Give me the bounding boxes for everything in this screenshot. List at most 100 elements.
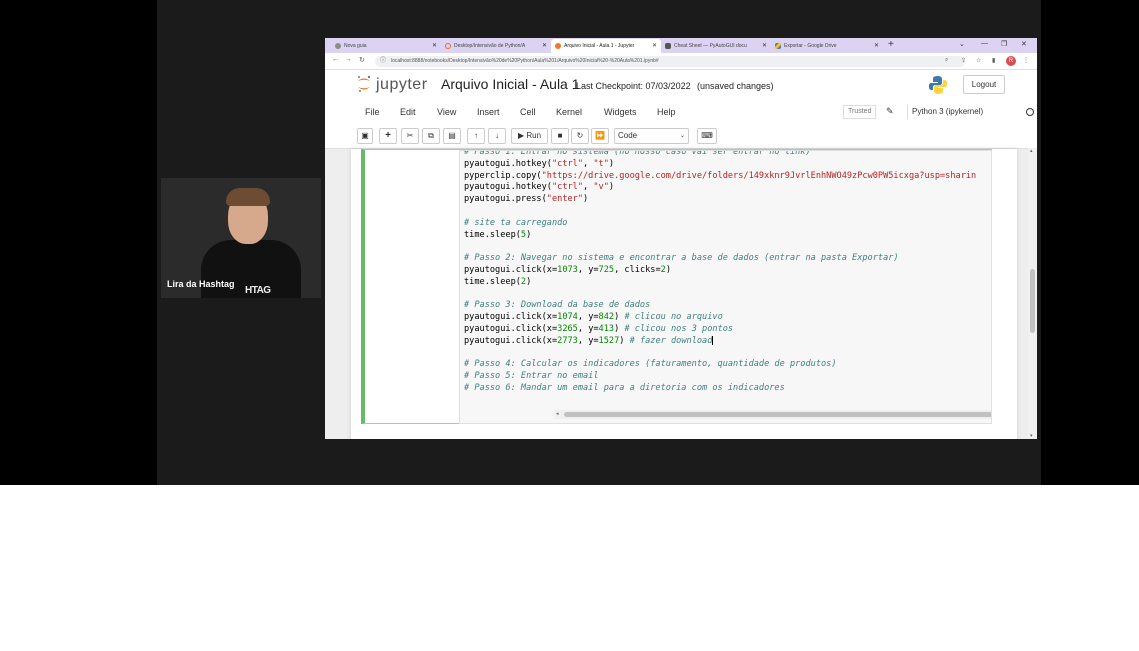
python-logo-icon <box>929 76 947 94</box>
copy-button[interactable]: ⧉ <box>422 128 440 144</box>
close-icon[interactable]: ✕ <box>652 42 657 49</box>
minimize-icon[interactable]: — <box>981 40 988 47</box>
notebook-title[interactable]: Arquivo Inicial - Aula 1 <box>441 76 580 92</box>
fast-forward-icon: ⏩ <box>595 131 605 140</box>
code-line[interactable]: pyautogui.hotkey("ctrl", "v") <box>464 182 976 194</box>
menu-kernel[interactable]: Kernel <box>556 107 582 117</box>
code-line[interactable]: pyautogui.hotkey("ctrl", "t") <box>464 159 976 171</box>
notebook-toolbar: ▣ + ✂ ⧉ ▤ ↑ ↓ ▶ Run ■ ↻ ⏩ Code ⌄ ⌨ <box>355 126 1015 146</box>
menu-help[interactable]: Help <box>657 107 676 117</box>
menu-view[interactable]: View <box>437 107 456 117</box>
share-icon[interactable]: ⇪ <box>961 57 966 64</box>
tab-title: Desktop/Intensivão de Python/A <box>454 43 526 49</box>
code-line[interactable]: # Passo 6: Mandar um email para a direto… <box>464 383 976 395</box>
cut-button[interactable]: ✂ <box>401 128 419 144</box>
scroll-down-icon[interactable]: ▾ <box>1030 433 1033 439</box>
code-line[interactable]: # Passo 4: Calcular os indicadores (fatu… <box>464 359 976 371</box>
code-line[interactable] <box>464 348 976 360</box>
menu-file[interactable]: File <box>365 107 380 117</box>
tab-title: Nova guia <box>344 43 367 49</box>
restart-run-all-button[interactable]: ⏩ <box>591 128 609 144</box>
restart-button[interactable]: ↻ <box>571 128 589 144</box>
paste-button[interactable]: ▤ <box>443 128 461 144</box>
code-line[interactable]: # site ta carregando <box>464 218 976 230</box>
pencil-icon[interactable]: ✎ <box>886 106 894 117</box>
save-button[interactable]: ▣ <box>357 128 373 144</box>
notebook-area: # Passo 1: Entrar no sistema (no nosso c… <box>325 148 1037 439</box>
kernel-name[interactable]: Python 3 (ipykernel) <box>907 105 983 119</box>
code-line[interactable] <box>464 289 976 301</box>
menu-bar: File Edit View Insert Cell Kernel Widget… <box>355 102 1034 122</box>
cell-type-select[interactable]: Code ⌄ <box>614 128 689 144</box>
keyboard-icon: ⌨ <box>701 131 713 140</box>
reload-icon[interactable]: ↻ <box>359 56 365 64</box>
code-line[interactable]: pyautogui.click(x=1073, y=725, clicks=2) <box>464 265 976 277</box>
insert-cell-button[interactable]: + <box>379 128 397 144</box>
webcam-overlay: HTAG Lira da Hashtag <box>161 178 321 298</box>
chevron-down-icon[interactable]: ⌄ <box>959 40 965 48</box>
code-line[interactable]: # Passo 1: Entrar no sistema (no nosso c… <box>464 151 976 159</box>
sidebar-icon[interactable]: ▮ <box>992 57 995 64</box>
browser-tab[interactable]: Exportar - Google Drive ✕ <box>771 39 883 53</box>
search-icon[interactable]: ⌕ <box>945 57 948 64</box>
browser-tab-active[interactable]: Arquivo Inicial - Aula 1 - Jupyter ✕ <box>551 39 661 53</box>
code-line[interactable]: # Passo 2: Navegar no sistema e encontra… <box>464 253 976 265</box>
forward-icon[interactable]: → <box>345 56 352 63</box>
code-editor[interactable]: # Passo 1: Entrar no sistema (no nosso c… <box>459 150 992 424</box>
new-tab-icon[interactable]: + <box>888 39 894 50</box>
code-line[interactable] <box>464 241 976 253</box>
code-line[interactable]: pyperclip.copy("https://drive.google.com… <box>464 171 976 183</box>
restore-icon[interactable]: ❐ <box>1001 40 1007 48</box>
menu-cell[interactable]: Cell <box>520 107 536 117</box>
browser-tab[interactable]: Cheat Sheet — PyAutoGUI docu ✕ <box>661 39 771 53</box>
close-icon[interactable]: ✕ <box>874 42 879 49</box>
jupyter-logo-text[interactable]: jupyter <box>376 76 428 94</box>
code-cell[interactable]: # Passo 1: Entrar no sistema (no nosso c… <box>361 149 992 424</box>
menu-edit[interactable]: Edit <box>400 107 416 117</box>
tab-favicon-icon <box>335 43 341 49</box>
menu-widgets[interactable]: Widgets <box>604 107 637 117</box>
close-icon[interactable]: ✕ <box>542 42 547 49</box>
copy-icon: ⧉ <box>428 131 434 140</box>
horizontal-scroll-thumb[interactable] <box>564 412 991 417</box>
code-line[interactable] <box>464 206 976 218</box>
browser-tab[interactable]: Desktop/Intensivão de Python/A ✕ <box>441 39 551 53</box>
back-icon[interactable]: ← <box>332 56 339 63</box>
horizontal-scrollbar[interactable]: ◂ ▸ <box>554 410 991 419</box>
move-down-button[interactable]: ↓ <box>488 128 506 144</box>
code-line[interactable]: time.sleep(5) <box>464 230 976 242</box>
close-window-icon[interactable]: ✕ <box>1021 40 1027 48</box>
code-content[interactable]: # Passo 1: Entrar no sistema (no nosso c… <box>464 151 976 395</box>
trusted-badge[interactable]: Trusted <box>843 105 877 119</box>
notebook-page: # Passo 1: Entrar no sistema (no nosso c… <box>351 149 1017 439</box>
kernel-status-icon <box>1026 108 1034 116</box>
tab-title: Cheat Sheet — PyAutoGUI docu <box>674 43 747 49</box>
scroll-up-icon[interactable]: ▴ <box>1030 148 1033 154</box>
code-line[interactable]: # Passo 5: Entrar no email <box>464 371 976 383</box>
interrupt-button[interactable]: ■ <box>551 128 569 144</box>
more-icon[interactable]: ⋮ <box>1023 57 1029 64</box>
move-up-button[interactable]: ↑ <box>467 128 485 144</box>
code-line[interactable]: pyautogui.click(x=2773, y=1527) # fazer … <box>464 335 976 348</box>
close-icon[interactable]: ✕ <box>762 42 767 49</box>
url-input[interactable]: ⓘ localhost:8888/notebooks/Desktop/Inten… <box>375 56 965 67</box>
run-button[interactable]: ▶ Run <box>511 128 548 144</box>
code-line[interactable]: pyautogui.press("enter") <box>464 194 976 206</box>
star-icon[interactable]: ☆ <box>976 57 981 64</box>
code-line[interactable]: # Passo 3: Download da base de dados <box>464 300 976 312</box>
scroll-left-icon[interactable]: ◂ <box>556 411 559 417</box>
command-palette-button[interactable]: ⌨ <box>697 128 717 144</box>
code-line[interactable]: pyautogui.click(x=3265, y=413) # clicou … <box>464 324 976 336</box>
code-line[interactable]: pyautogui.click(x=1074, y=842) # clicou … <box>464 312 976 324</box>
menu-insert[interactable]: Insert <box>477 107 500 117</box>
browser-tab[interactable]: Nova guia ✕ <box>331 39 441 53</box>
info-icon: ⓘ <box>380 58 387 64</box>
code-line[interactable]: time.sleep(2) <box>464 277 976 289</box>
logout-button[interactable]: Logout <box>963 75 1005 94</box>
jupyter-logo-icon[interactable] <box>357 75 371 93</box>
vertical-scroll-thumb[interactable] <box>1030 269 1035 333</box>
close-icon[interactable]: ✕ <box>432 42 437 49</box>
vertical-scrollbar[interactable]: ▴ ▾ <box>1028 148 1037 439</box>
avatar[interactable]: R <box>1006 56 1016 66</box>
presenter-hair <box>226 188 270 206</box>
